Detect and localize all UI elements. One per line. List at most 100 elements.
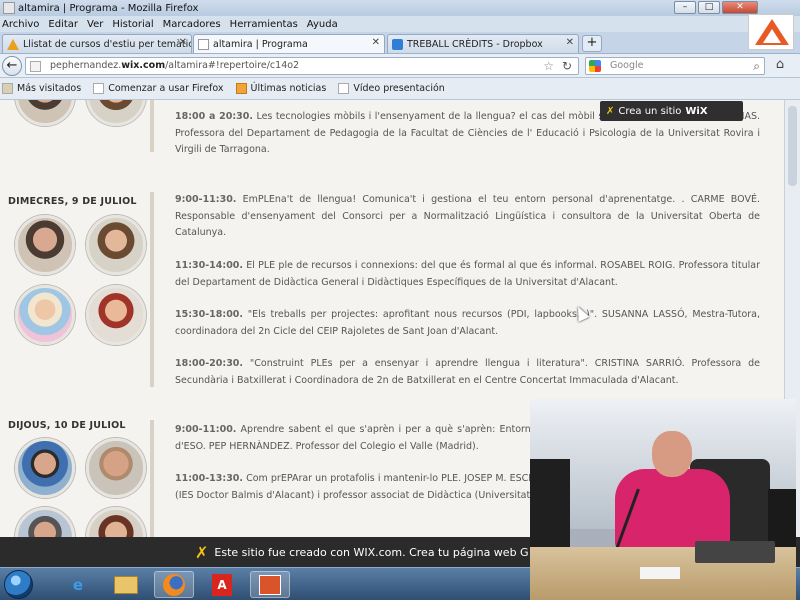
window-controls: – □ ✕ (674, 1, 758, 14)
wix-create-site-banner[interactable]: ✗ Crea un sitio WiX (600, 101, 743, 121)
speaker-avatar (15, 507, 75, 537)
entry-time: 18:00-20:30. (175, 358, 244, 369)
wix-logo-icon: ✗ (606, 105, 615, 117)
bookmark-mas-visitados[interactable]: Más visitados (2, 83, 81, 94)
speaker-avatar (86, 100, 146, 126)
firefox-icon[interactable] (154, 571, 194, 598)
maximize-button[interactable]: □ (698, 1, 720, 14)
speaker-avatar (15, 285, 75, 345)
tab-label: Llistat de cursos d'estiu per temàtica. … (23, 38, 191, 50)
rss-icon (235, 83, 247, 94)
internet-explorer-icon[interactable]: e (58, 571, 98, 598)
menu-herramientas[interactable]: Herramientas (230, 19, 298, 30)
schedule-entry: 18:00-20:30. "Construint PLEs per a ense… (175, 356, 760, 389)
bookmark-video-presentacion[interactable]: Vídeo presentación (338, 83, 445, 94)
bookmark-star-icon[interactable]: ☆ (543, 58, 554, 74)
url-prefix: pephernandez. (50, 60, 122, 71)
bookmark-label: Últimas noticias (250, 83, 327, 94)
home-icon[interactable]: ⌂ (770, 57, 790, 75)
site-identity-icon[interactable] (30, 61, 41, 72)
wix-tooltip-brand: WiX (685, 105, 708, 117)
menu-ver[interactable]: Ver (87, 19, 103, 30)
tab-close-icon[interactable]: ✕ (566, 37, 574, 48)
day-heading-wednesday: DIMECRES, 9 DE JULIOL (8, 196, 137, 207)
page-icon (198, 38, 209, 50)
menu-editar[interactable]: Editar (48, 19, 78, 30)
timeline-divider (150, 100, 154, 152)
window-titlebar: altamira | Programa - Mozilla Firefox – … (0, 0, 800, 16)
speaker-avatar (86, 507, 146, 537)
wix-footer-text: Este sitio fue creado con WIX.com. Crea … (214, 545, 529, 559)
tab-label: altamira | Programa (213, 38, 308, 50)
close-button[interactable]: ✕ (722, 1, 758, 14)
tab-bar: Llistat de cursos d'estiu per temàtica. … (0, 32, 800, 54)
tab-close-icon[interactable]: ✕ (179, 37, 187, 48)
new-tab-button[interactable]: + (582, 35, 602, 52)
entry-text: "Els treballs per projectes: aprofitant … (175, 309, 760, 337)
entry-text: "Construint PLEs per a ensenyar i aprend… (175, 358, 760, 386)
bookmark-comenzar-firefox[interactable]: Comenzar a usar Firefox (93, 83, 224, 94)
schedule-entry: 15:30-18:00. "Els treballs per projectes… (175, 307, 760, 340)
menu-marcadores[interactable]: Marcadores (163, 19, 221, 30)
wix-tooltip-text: Crea un sitio (618, 105, 682, 117)
video-paper (640, 567, 680, 579)
timeline-divider (150, 420, 154, 537)
menu-ayuda[interactable]: Ayuda (307, 19, 338, 30)
bookmarks-toolbar: Más visitados Comenzar a usar Firefox Úl… (0, 78, 800, 100)
tab-close-icon[interactable]: ✕ (372, 37, 380, 48)
window-title: altamira | Programa - Mozilla Firefox (18, 2, 199, 14)
tab-dropbox[interactable]: TREBALL CRÈDITS - Dropbox ✕ (387, 34, 579, 53)
search-icon[interactable]: ⌕ (753, 58, 760, 74)
search-bar[interactable]: Google ⌕ (585, 57, 765, 75)
scrollbar-thumb[interactable] (788, 106, 797, 186)
speaker-avatar (86, 215, 146, 275)
url-bar[interactable]: pephernandez.wix.com/altamira#!repertoir… (25, 57, 579, 75)
entry-time: 9:00-11:00. (175, 424, 237, 435)
presentation-icon[interactable] (250, 571, 290, 598)
warning-icon (7, 38, 19, 50)
bookmark-label: Vídeo presentación (353, 83, 445, 94)
entry-time: 9:00-11:30. (175, 194, 237, 205)
entry-text: El PLE ple de recursos i connexions: del… (175, 260, 760, 288)
tab-label: TREBALL CRÈDITS - Dropbox (407, 38, 543, 50)
schedule-entry: 9:00-11:30. EmPLEna't de llengua! Comuni… (175, 192, 760, 242)
google-icon[interactable] (589, 60, 601, 72)
back-button[interactable]: ← (2, 56, 22, 76)
bookmark-ultimas-noticias[interactable]: Últimas noticias (235, 83, 327, 94)
bookmark-label: Comenzar a usar Firefox (108, 83, 224, 94)
tab-altamira[interactable]: altamira | Programa ✕ (193, 34, 385, 53)
webcam-video-overlay (530, 399, 796, 600)
conference-logo (748, 14, 794, 50)
video-laptop (695, 541, 775, 563)
page-icon (338, 83, 350, 94)
speaker-avatar (15, 215, 75, 275)
navigation-bar: ← pephernandez.wix.com/altamira#!reperto… (0, 54, 800, 78)
video-speaker-head (652, 431, 692, 477)
speaker-avatar (86, 438, 146, 498)
entry-time: 11:30-14:00. (175, 260, 244, 271)
dropbox-icon (392, 38, 403, 50)
menubar: Archivo Editar Ver Historial Marcadores … (0, 16, 800, 32)
timeline-divider (150, 192, 154, 387)
url-path: /altamira#!repertoire/c14o2 (165, 60, 300, 71)
speaker-avatar (15, 438, 75, 498)
pdf-reader-icon[interactable]: A (202, 571, 242, 598)
menu-historial[interactable]: Historial (112, 19, 153, 30)
search-placeholder: Google (610, 60, 644, 71)
minimize-button[interactable]: – (674, 1, 696, 14)
entry-text: EmPLEna't de llengua! Comunica't i gesti… (175, 194, 760, 238)
firefox-page-icon (3, 2, 15, 14)
speaker-avatar (15, 100, 75, 126)
speaker-avatar (86, 285, 146, 345)
day-heading-thursday: DIJOUS, 10 DE JULIOL (8, 420, 126, 431)
file-explorer-icon[interactable] (106, 571, 146, 598)
entry-time: 15:30-18:00. (175, 309, 244, 320)
start-orb[interactable] (4, 570, 33, 599)
schedule-entry: 11:30-14:00. El PLE ple de recursos i co… (175, 258, 760, 291)
logo-triangle-inner (763, 29, 781, 43)
wix-logo-icon: ✗ (195, 542, 209, 562)
menu-archivo[interactable]: Archivo (2, 19, 39, 30)
page-icon (93, 83, 105, 94)
reload-icon[interactable]: ↻ (562, 58, 572, 74)
tab-cursos[interactable]: Llistat de cursos d'estiu per temàtica. … (2, 34, 192, 53)
